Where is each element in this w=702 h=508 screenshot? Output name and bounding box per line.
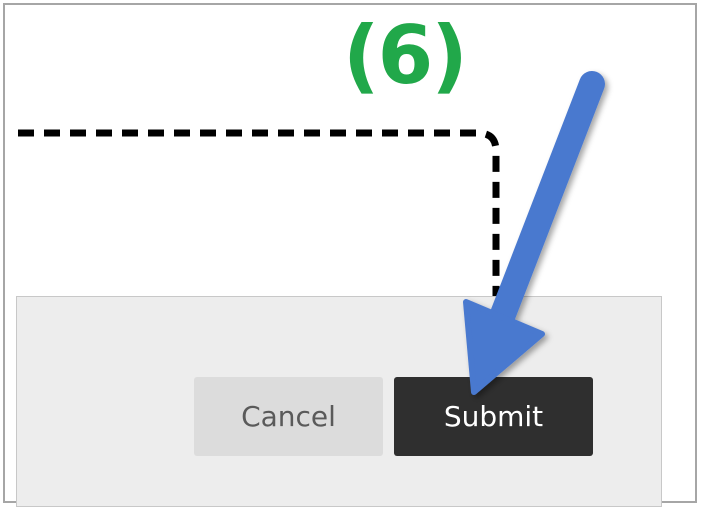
cancel-button[interactable]: Cancel [194, 377, 383, 456]
step-number-label: (6) [343, 9, 468, 102]
submit-button[interactable]: Submit [394, 377, 593, 456]
